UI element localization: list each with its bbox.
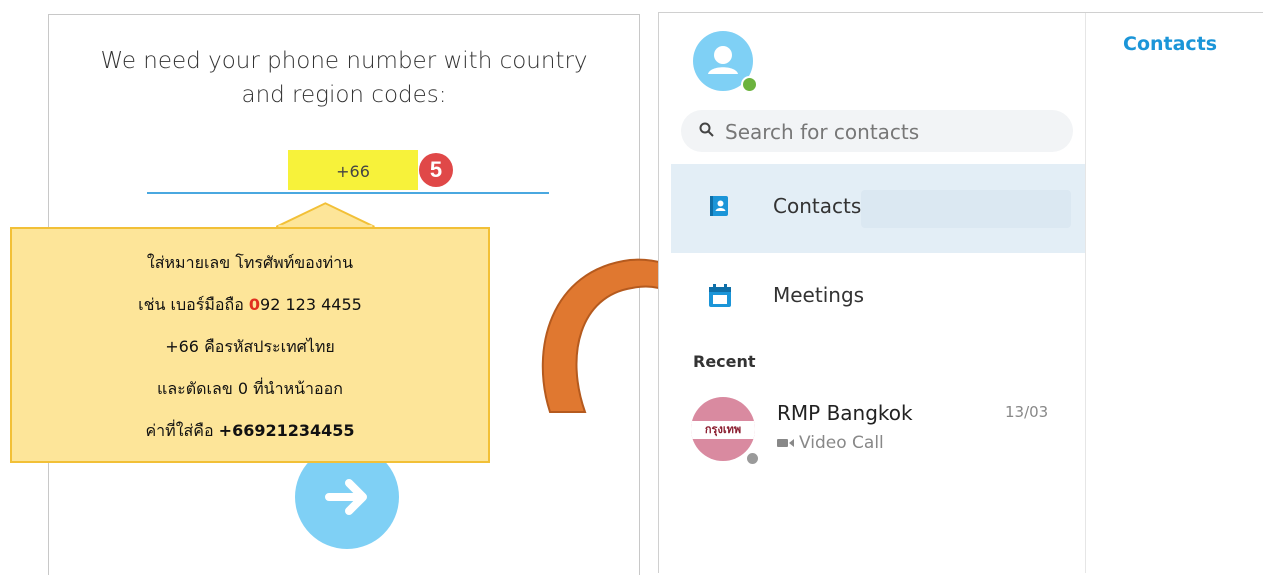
contact-timestamp: 13/03	[1005, 403, 1049, 421]
callout-line2-suffix: 92 123 4455	[260, 295, 362, 314]
contacts-book-icon	[710, 196, 728, 216]
offline-status-dot	[745, 451, 760, 466]
nav-item-label: Meetings	[773, 283, 865, 307]
search-input[interactable]: Search for contacts	[681, 110, 1073, 152]
page-title: Contacts	[1123, 33, 1218, 55]
contact-last-activity-text: Video Call	[799, 433, 884, 453]
nav-item-contacts[interactable]: Contacts	[671, 164, 1085, 253]
calendar-icon	[709, 284, 731, 307]
instruction-callout: ใส่หมายเลข โทรศัพท์ของท่าน เช่น เบอร์มือ…	[10, 227, 490, 463]
video-camera-icon	[777, 439, 794, 447]
phone-number-value: +66	[336, 162, 370, 181]
contact-last-activity: Video Call	[777, 433, 884, 453]
prompt-text-line1: We need your phone number with country	[100, 48, 588, 74]
callout-line1: ใส่หมายเลข โทรศัพท์ของท่าน	[146, 253, 354, 272]
recent-conversation-row[interactable]: กรุงเทพ RMP Bangkok 13/03 Video Call	[679, 391, 1079, 471]
nav-item-hover-highlight	[861, 190, 1071, 228]
callout-line4: และตัดเลข 0 ที่นำหน้าออก	[157, 379, 343, 398]
contact-avatar: กรุงเทพ	[691, 397, 755, 461]
callout-line5-value: +66921234455	[218, 421, 355, 440]
nav-item-label: Contacts	[773, 194, 862, 218]
step-badge: 5	[419, 153, 453, 187]
callout-line2: เช่น เบอร์มือถือ 092 123 4455	[12, 293, 488, 318]
phone-number-input[interactable]: +66	[147, 150, 549, 194]
callout-line3: +66 คือรหัสประเทศไทย	[165, 337, 335, 356]
skype-contacts-window: Search for contacts Contacts Meetings Re	[658, 12, 1263, 573]
online-status-dot	[741, 76, 758, 93]
callout-line5-prefix: ค่าที่ใส่คือ	[145, 421, 219, 440]
prompt-text-line2: and region codes:	[241, 82, 447, 108]
contact-name: RMP Bangkok	[777, 401, 913, 425]
callout-line2-prefix: เช่น เบอร์มือถือ	[138, 295, 249, 314]
callout-line2-highlight: 0	[248, 295, 261, 314]
search-icon	[699, 122, 714, 137]
callout-line5: ค่าที่ใส่คือ +66921234455	[12, 419, 488, 444]
contact-avatar-text: กรุงเทพ	[691, 421, 755, 439]
nav-item-meetings[interactable]: Meetings	[671, 253, 1085, 342]
recent-section-header: Recent	[693, 352, 756, 371]
search-placeholder: Search for contacts	[725, 120, 920, 144]
sidebar: Search for contacts Contacts Meetings Re	[659, 13, 1086, 573]
